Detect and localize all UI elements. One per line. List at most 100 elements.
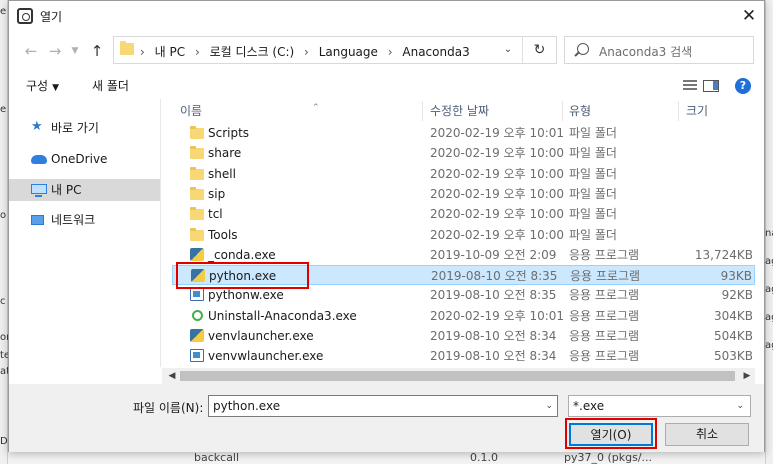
- file-row[interactable]: Uninstall-Anaconda3.exe 2020-02-19 오후 10:…: [172, 306, 755, 326]
- file-date: 2019-08-10 오전 8:35: [430, 288, 557, 303]
- file-size: 304KB: [713, 308, 753, 323]
- nav-item-onedrive[interactable]: OneDrive: [9, 148, 160, 170]
- file-name: Scripts: [208, 126, 250, 140]
- pane-divider[interactable]: [160, 99, 161, 367]
- view-options-icon[interactable]: [683, 80, 697, 92]
- background-package-row: backcall 0.1.0 py37_0 (pkgs/...: [8, 450, 765, 464]
- background-text-fragment: c: [0, 296, 6, 307]
- column-divider[interactable]: [422, 101, 423, 121]
- breadcrumb-item[interactable]: Language: [319, 45, 378, 59]
- network-icon: [31, 215, 44, 225]
- filename-input[interactable]: python.exe ⌄: [208, 395, 558, 417]
- breadcrumb-separator-icon[interactable]: ›: [304, 45, 309, 59]
- background-text-fragment: D: [0, 436, 8, 447]
- file-row[interactable]: venvwlauncher.exe 2019-08-10 오전 8:34 응용 프로…: [172, 346, 755, 366]
- up-arrow-icon[interactable]: ↑: [87, 41, 107, 61]
- back-arrow-icon[interactable]: ←: [21, 41, 41, 61]
- conda-uninstall-icon: [192, 309, 203, 321]
- recent-locations-chevron-icon[interactable]: ▼: [65, 41, 85, 61]
- column-header-date[interactable]: 수정한 날짜: [430, 99, 489, 123]
- title-bar[interactable]: 열기 ✕: [9, 1, 764, 31]
- column-header-name-label: 이름: [180, 104, 203, 118]
- file-type: 응용 프로그램: [569, 247, 640, 262]
- file-name: sip: [208, 186, 226, 201]
- nav-item-network[interactable]: 네트워크: [9, 209, 160, 231]
- file-row[interactable]: share 2020-02-19 오후 10:00 파일 폴더: [172, 143, 755, 163]
- dialog-footer: 파일 이름(N): python.exe ⌄ *.exe ⌄ 열기(O) 취소: [9, 384, 764, 452]
- file-date: 2020-02-19 오후 10:01: [430, 308, 565, 323]
- new-folder-button[interactable]: 새 폴더: [92, 77, 129, 94]
- scroll-left-icon[interactable]: ◀: [164, 368, 180, 384]
- column-divider[interactable]: [562, 101, 563, 121]
- chevron-down-icon[interactable]: ⌄: [545, 396, 553, 416]
- file-name: share: [208, 146, 242, 161]
- forward-arrow-icon[interactable]: →: [45, 41, 65, 61]
- column-header-type[interactable]: 유형: [569, 99, 591, 123]
- breadcrumb-item[interactable]: 로컬 디스크 (C:): [210, 45, 295, 59]
- background-text-fragment: e: [0, 6, 7, 17]
- nav-item-label: 내 PC: [51, 183, 82, 197]
- background-text-fragment: ag: [765, 340, 773, 351]
- breadcrumb-item[interactable]: Anaconda3: [402, 45, 469, 59]
- nav-item-this-pc[interactable]: 내 PC: [9, 179, 160, 201]
- file-name: shell: [208, 166, 236, 181]
- nav-item-label: OneDrive: [51, 152, 108, 166]
- file-type: 파일 폴더: [569, 126, 617, 140]
- navigation-pane: ★ 바로 가기 OneDrive 내 PC 네트워크: [9, 99, 160, 382]
- search-placeholder: Anaconda3 검색: [599, 45, 693, 59]
- refresh-button[interactable]: ↻: [522, 37, 556, 63]
- file-date: 2020-02-19 오후 10:00: [430, 166, 565, 181]
- file-type: 파일 폴더: [569, 186, 617, 201]
- address-dropdown-chevron-icon[interactable]: ⌄: [500, 42, 516, 58]
- file-size: 503KB: [713, 349, 753, 364]
- breadcrumb-separator-icon[interactable]: ›: [388, 45, 393, 59]
- file-name: tcl: [208, 207, 223, 222]
- background-package-name: backcall: [194, 451, 240, 464]
- file-row[interactable]: tcl 2020-02-19 오후 10:00 파일 폴더: [172, 204, 755, 224]
- file-date: 2019-08-10 오전 8:34: [430, 349, 557, 364]
- file-type: 응용 프로그램: [569, 329, 640, 343]
- background-text-fragment: e: [0, 104, 7, 115]
- folder-icon: [190, 166, 204, 180]
- breadcrumb-item[interactable]: 내 PC: [155, 45, 185, 59]
- background-text-fragment: ag: [765, 284, 773, 295]
- file-date: 2020-02-19 오후 10:00: [430, 146, 565, 161]
- background-package-version: 0.1.0: [470, 451, 498, 464]
- organize-button[interactable]: 구성 ▼: [26, 77, 59, 94]
- help-icon[interactable]: ?: [735, 78, 751, 94]
- address-bar[interactable]: › 내 PC › 로컬 디스크 (C:) › Language › Anacon…: [113, 36, 557, 64]
- caret-down-icon: ▼: [52, 83, 60, 93]
- column-header-size[interactable]: 크기: [686, 99, 708, 123]
- scrollbar-thumb[interactable]: [180, 371, 735, 381]
- file-row[interactable]: shell 2020-02-19 오후 10:00 파일 폴더: [172, 164, 755, 184]
- column-header-name[interactable]: 이름 ⌃: [180, 99, 320, 123]
- folder-icon: [190, 186, 204, 200]
- file-date: 2019-08-10 오전 8:35: [431, 269, 558, 284]
- folder-icon: [190, 227, 204, 241]
- folder-icon: [190, 146, 204, 160]
- nav-item-quick-access[interactable]: ★ 바로 가기: [9, 117, 160, 139]
- preview-pane-icon[interactable]: [703, 80, 719, 92]
- file-date: 2020-02-19 오후 10:00: [430, 227, 565, 242]
- file-type-select[interactable]: *.exe ⌄: [568, 395, 751, 417]
- file-type: 응용 프로그램: [569, 308, 640, 323]
- selected-file-highlight: [176, 262, 309, 289]
- file-row[interactable]: venvlauncher.exe 2019-08-10 오전 8:34 응용 프로그…: [172, 326, 755, 346]
- file-type: 파일 폴더: [569, 227, 617, 242]
- breadcrumb-separator-icon[interactable]: ›: [195, 45, 200, 59]
- sort-ascending-icon: ⌃: [312, 103, 320, 113]
- file-row[interactable]: Scripts 2020-02-19 오후 10:01 파일 폴더: [172, 123, 755, 143]
- file-name: venvlauncher.exe: [208, 329, 314, 343]
- column-divider[interactable]: [678, 101, 679, 121]
- file-row[interactable]: sip 2020-02-19 오후 10:00 파일 폴더: [172, 184, 755, 204]
- breadcrumb-separator-icon: ›: [140, 45, 145, 59]
- file-row[interactable]: Tools 2020-02-19 오후 10:00 파일 폴더: [172, 225, 755, 245]
- close-button[interactable]: ✕: [734, 1, 764, 31]
- file-date: 2020-02-19 오후 10:01: [430, 126, 565, 140]
- cancel-button[interactable]: 취소: [665, 423, 749, 446]
- file-size: 92KB: [721, 288, 753, 303]
- app-icon: [17, 8, 33, 24]
- scroll-right-icon[interactable]: ▶: [739, 368, 755, 384]
- horizontal-scrollbar[interactable]: ◀ ▶: [162, 368, 755, 384]
- search-input[interactable]: Anaconda3 검색: [564, 36, 754, 64]
